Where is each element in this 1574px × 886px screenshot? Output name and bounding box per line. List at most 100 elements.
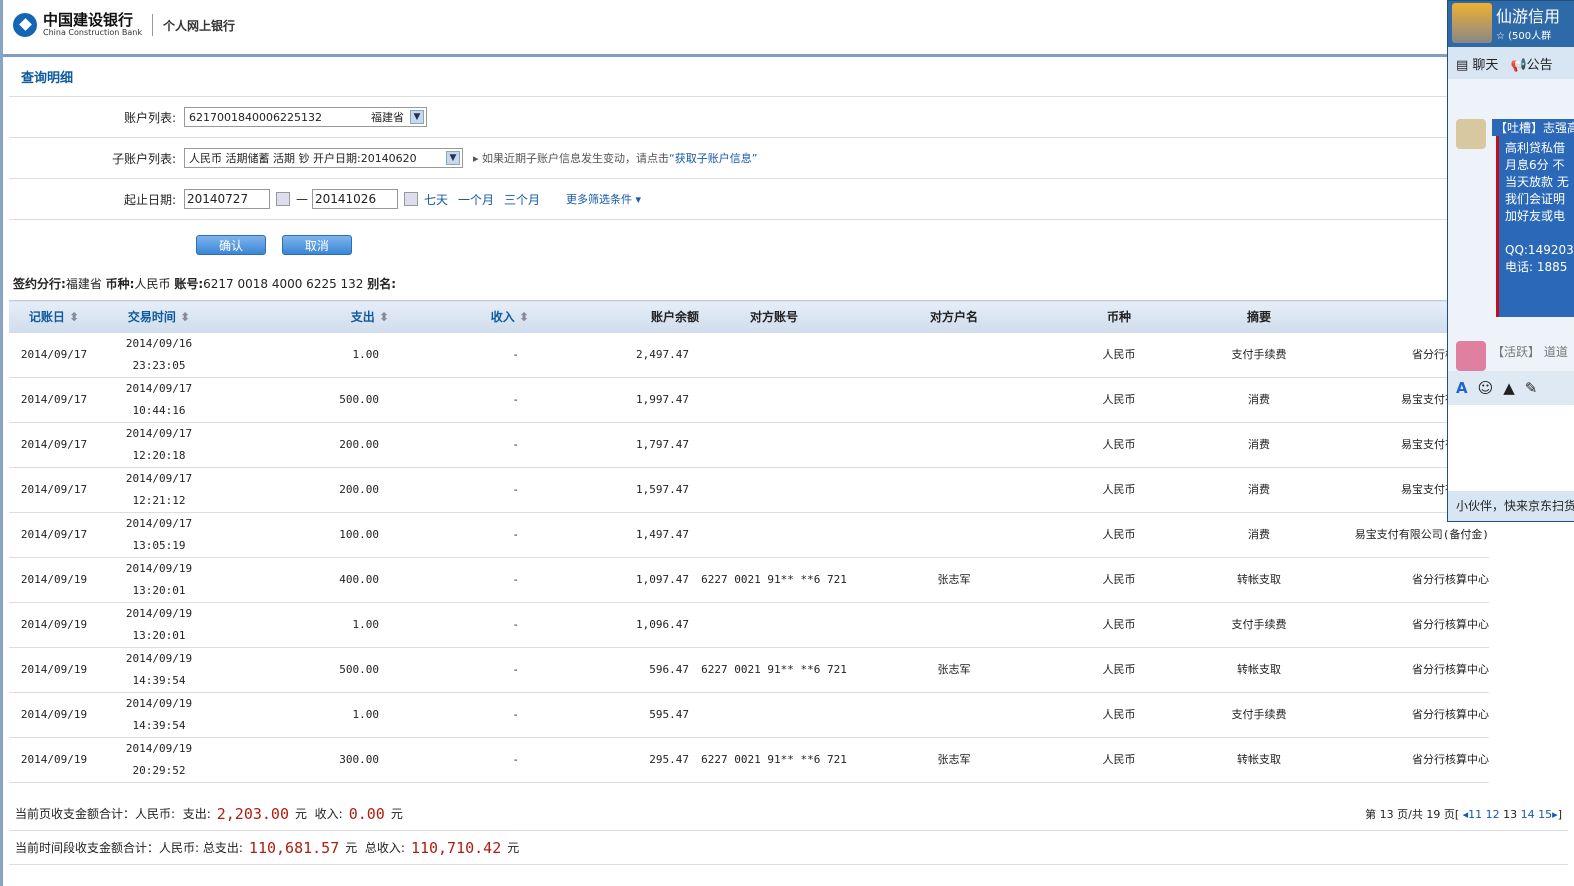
calendar-icon[interactable] [276,192,290,206]
message-list[interactable]: 【吐槽】志强高 高利贷私借 月息6分 不当天放款 无我们会证明 加好友或电 QQ:14… [1448,79,1574,371]
qq-group-chat-window[interactable]: 仙游信用 ☆ (500人群 ▤ 聊天 📢公告 【吐槽】志强高 高利贷私借 月息6分 不… [1447,0,1574,522]
time-part: 20:29:52 [132,764,186,777]
column-header[interactable]: 收入 ⬍ [389,300,529,333]
income: - [389,737,529,783]
balance: 595.47 [529,692,699,738]
message-line: 电话: 1885 [1505,260,1568,274]
product-name: 个人网上银行 [162,18,235,33]
expense: 1.00 [219,332,389,378]
page-link[interactable]: 15 [1538,808,1552,821]
location: 省分行核算中心 [1339,557,1489,603]
transaction-time: 2014/09/19 13:20:01 [99,557,219,603]
counterparty-name: 张志军 [849,557,1059,603]
counterparty-account [699,332,849,378]
three-months-link[interactable]: 三个月 [504,191,540,208]
post-date: 2014/09/19 [9,647,99,693]
time-part: 10:44:16 [132,404,186,417]
total-out-label: 总支出: [202,841,243,855]
emoji-icon[interactable]: ☺ [1478,379,1494,397]
table-row: 2014/09/19 2014/09/19 14:39:54 1.00-595.47 人… [9,692,1489,738]
unit: 元 [345,841,358,855]
font-icon[interactable]: A [1456,379,1468,397]
transaction-table: 记账日 ⬍交易时间 ⬍支出 ⬍收入 ⬍账户余额对方账号对方户名币种摘要交易地 2… [9,300,1489,783]
sort-icon[interactable]: ⬍ [515,310,529,324]
sort-icon[interactable]: ⬍ [176,310,190,324]
period-summary: 当前时间段收支金额合计：人民币: 总支出: 110,681.57 元 总收入: 1… [9,831,1568,865]
account-region: 福建省 [371,111,404,124]
group-name: 仙游信用 [1496,7,1561,26]
counterparty-name [849,602,1059,648]
calendar-icon[interactable] [404,192,418,206]
post-date: 2014/09/19 [9,602,99,648]
column-header[interactable]: 交易时间 ⬍ [99,300,219,333]
sub-account-row: 子账户列表: 人民币 活期储蓄 活期 钞 开户日期:20140620 ▼ ▸ 如… [9,138,1568,179]
sort-icon[interactable]: ⬍ [65,310,79,324]
chevron-down-icon[interactable]: ▼ [446,151,460,165]
account-value: 6217001840006225132 [189,110,322,124]
column-header: 币种 [1059,300,1179,333]
tab-notice[interactable]: 📢公告 [1510,54,1552,73]
counterparty-account: 6227 0021 91** **6 721 [699,737,849,783]
post-date: 2014/09/17 [9,467,99,513]
page-out-value: 2,203.00 [216,804,289,823]
counterparty-account [699,602,849,648]
post-date: 2014/09/17 [9,332,99,378]
more-filters-link[interactable]: 更多筛选条件 ▾ [566,191,641,207]
balance: 2,497.47 [529,332,699,378]
transaction-time: 2014/09/16 23:23:05 [99,332,219,378]
account-select[interactable]: 6217001840006225132 福建省 ▼ [184,107,427,127]
summary: 转帐支取 [1179,647,1339,693]
sort-icon[interactable]: ⬍ [375,310,389,324]
expense: 200.00 [219,467,389,513]
page-link[interactable]: 11 [1468,808,1482,821]
expense: 1.00 [219,692,389,738]
time-part: 13:20:01 [132,584,186,597]
start-date-input[interactable]: 20140727 [184,189,270,209]
counterparty-account: 6227 0021 91** **6 721 [699,557,849,603]
page-link[interactable]: 12 [1486,808,1500,821]
account-label: 账户列表: [123,110,176,125]
balance: 295.47 [529,737,699,783]
page-link[interactable]: 14 [1521,808,1535,821]
message-line: 加好友或电 [1505,209,1566,223]
summary: 转帐支取 [1179,737,1339,783]
transaction-time: 2014/09/17 10:44:16 [99,377,219,423]
one-month-link[interactable]: 一个月 [458,191,494,208]
sub-account-label: 子账户列表: [111,151,176,166]
balance: 1,096.47 [529,602,699,648]
cancel-button[interactable]: 取消 [281,235,352,255]
chevron-down-icon[interactable]: ▼ [410,110,424,124]
refresh-sub-account-link[interactable]: “获取子账户信息” [669,150,757,166]
time-part: 13:05:19 [132,539,186,552]
column-header[interactable]: 记账日 ⬍ [9,300,99,333]
table-row: 2014/09/19 2014/09/19 13:20:01 400.00-1,097… [9,557,1489,603]
sender-name: 【吐槽】志强高 [1492,119,1574,136]
counterparty-account: 6227 0021 91** **6 721 [699,647,849,693]
income: - [389,512,529,558]
bank-logo[interactable]: 中国建设银行 China Construction Bank 个人网上银行 [13,13,235,37]
currency: 人民币 [1059,602,1179,648]
time-part: 2014/09/19 [125,562,193,575]
time-part: 2014/09/17 [125,472,193,485]
confirm-button[interactable]: 确认 [196,235,266,255]
sub-account-select[interactable]: 人民币 活期储蓄 活期 钞 开户日期:20140620 ▼ [184,148,463,168]
tab-notice-label: 公告 [1526,57,1553,73]
time-part: 2014/09/19 [125,652,193,665]
summary: 支付手续费 [1179,602,1339,648]
end-date-input[interactable]: 20141026 [312,189,398,209]
counterparty-name [849,332,1059,378]
tab-chat[interactable]: ▤ 聊天 [1456,54,1498,73]
chat-toolbar: A ☺ ▲ ✎ [1448,371,1574,405]
transaction-time: 2014/09/19 20:29:52 [99,737,219,783]
seven-days-link[interactable]: 七天 [424,191,448,208]
income: - [389,557,529,603]
edit-icon[interactable]: ✎ [1525,379,1538,397]
table-row: 2014/09/17 2014/09/17 12:21:12 200.00-1,597… [9,467,1489,513]
ad-ticker[interactable]: 小伙伴，快来京东扫货 [1448,491,1574,521]
page-summary: 当前页收支金额合计：人民币: 支出: 2,203.00 元 收入: 0.00 元 第… [9,797,1568,831]
message-line [1505,225,1574,242]
income: - [389,422,529,468]
shake-icon[interactable]: ▲ [1503,379,1515,397]
column-header[interactable]: 支出 ⬍ [219,300,389,333]
location: 省分行核算中心 [1339,737,1489,783]
